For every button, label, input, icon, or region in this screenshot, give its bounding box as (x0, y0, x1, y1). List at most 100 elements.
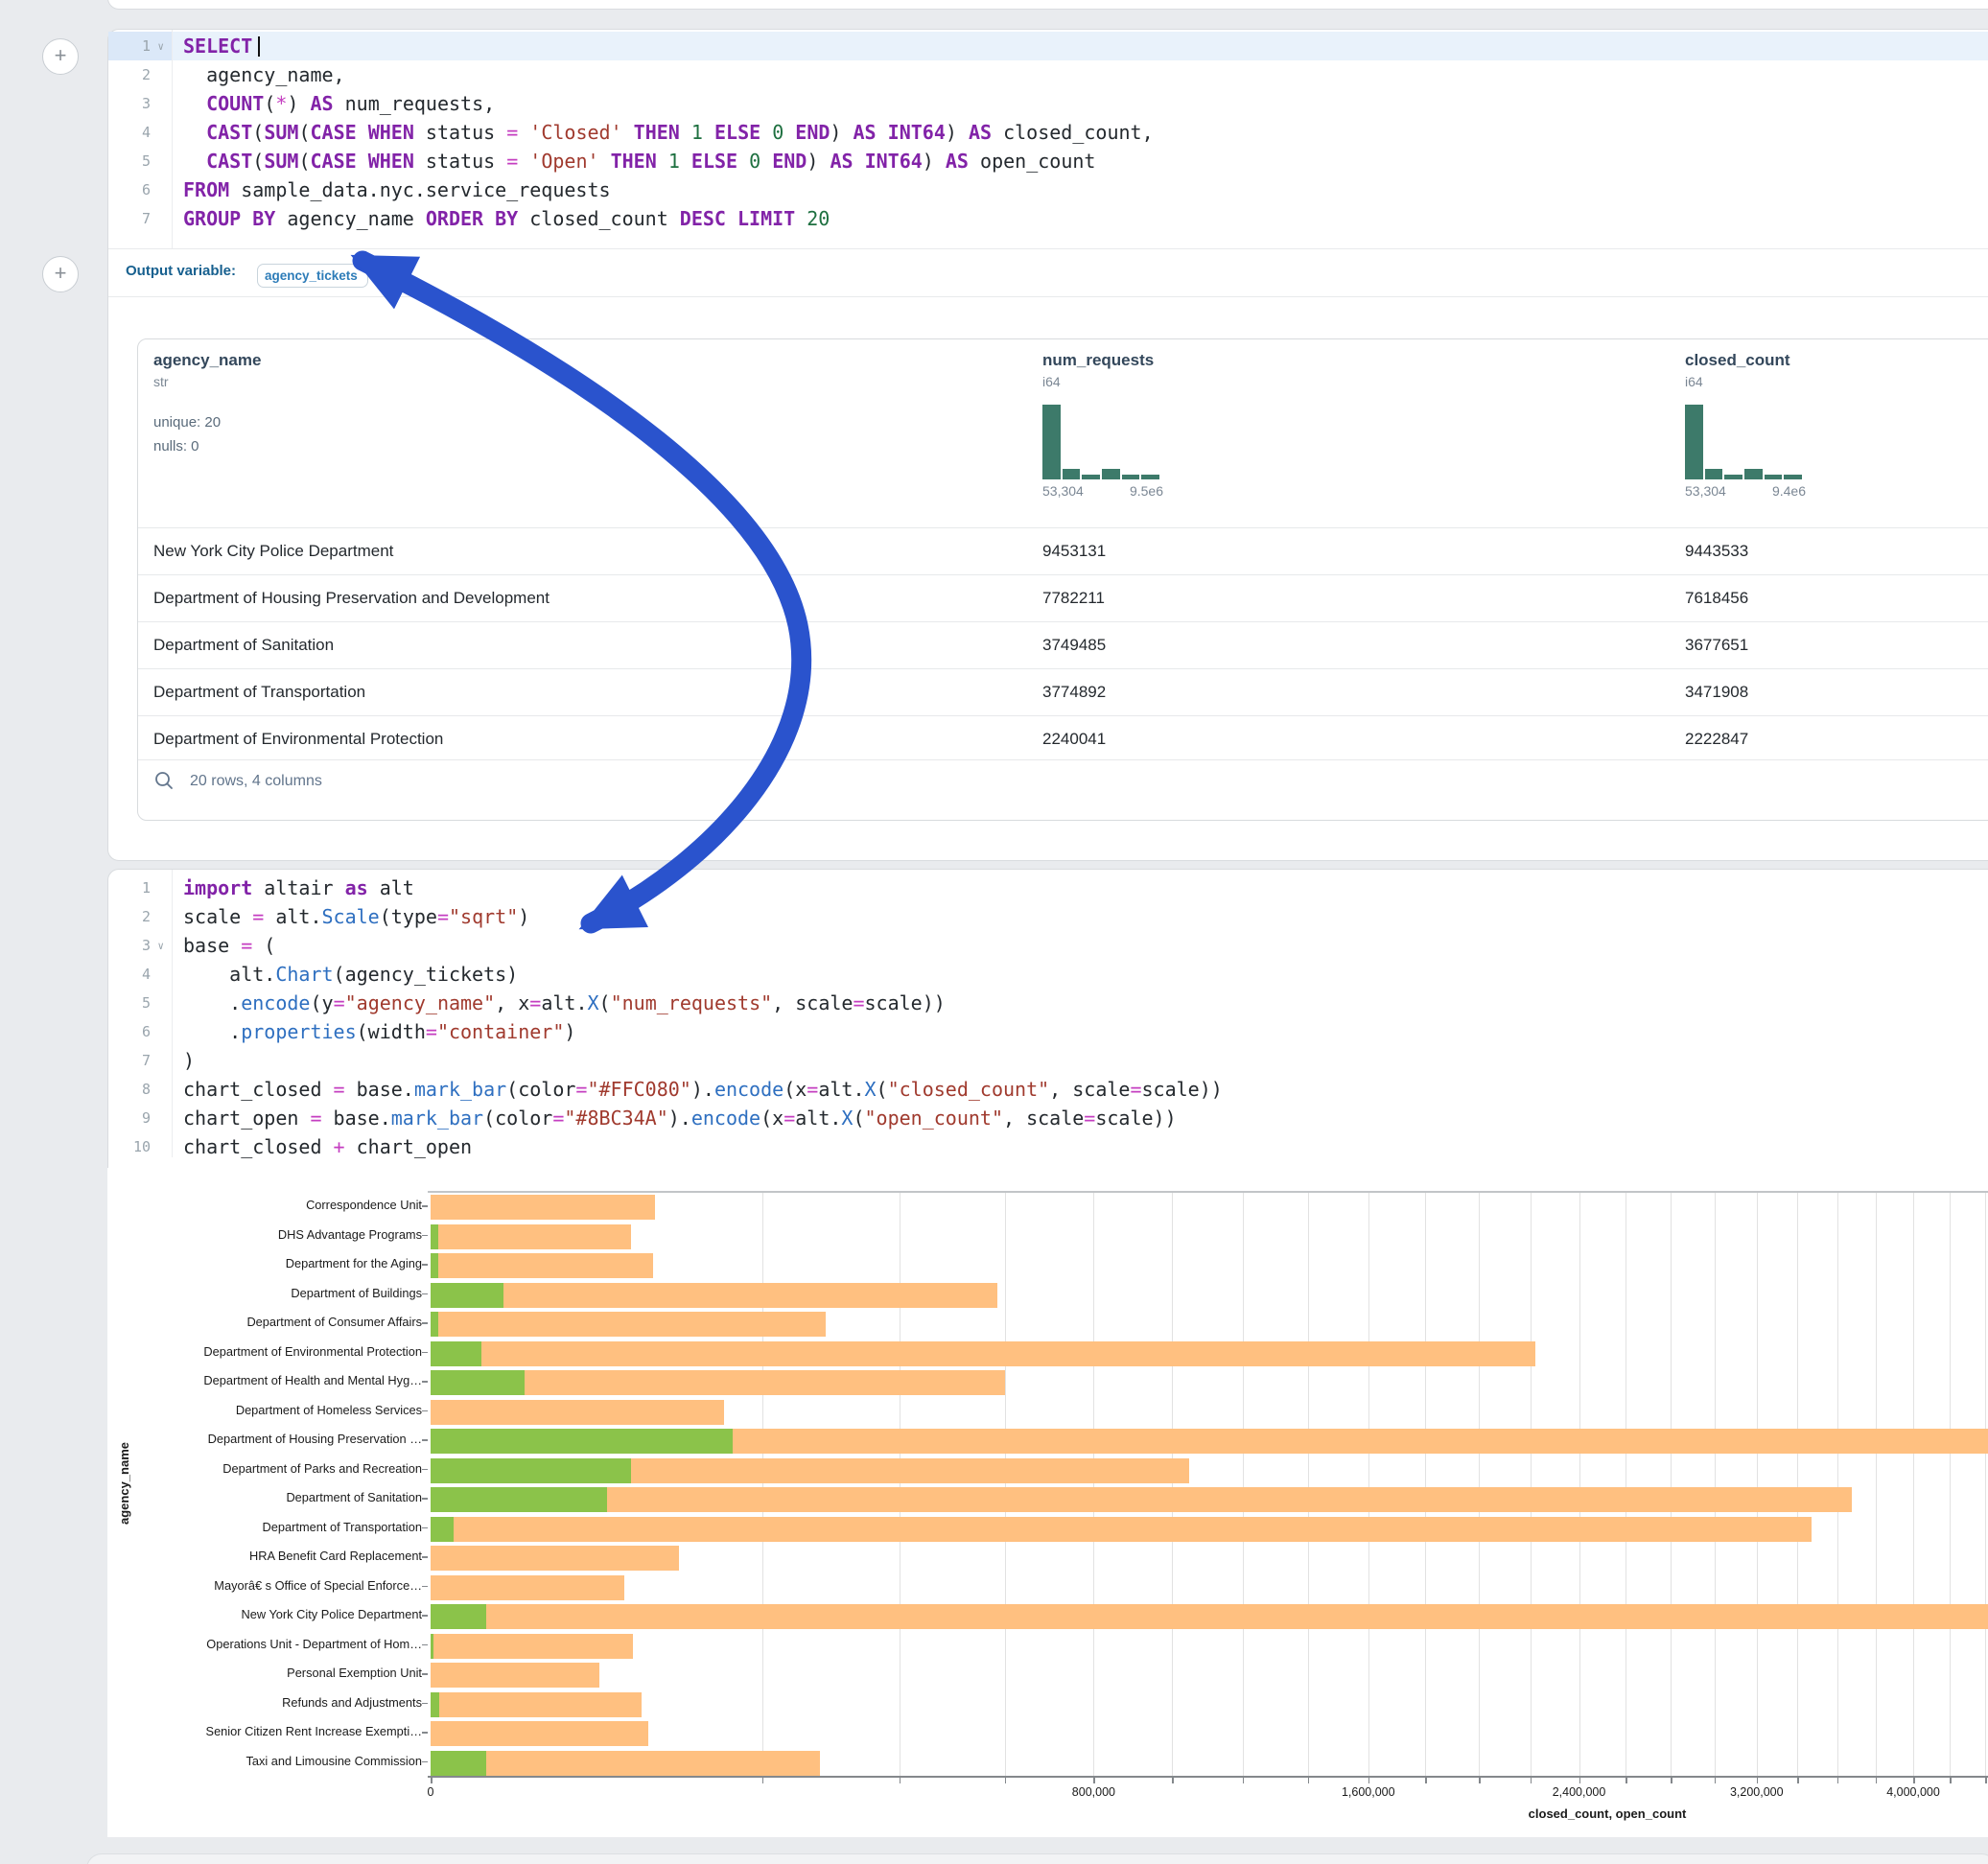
code-line[interactable]: 6 .properties(width="container") (108, 1017, 1988, 1046)
output-variable-chip[interactable]: agency_tickets (257, 264, 368, 288)
gridline (1479, 1193, 1480, 1778)
x-axis-tick-label: 0 (428, 1785, 434, 1799)
bar-closed-count (431, 1692, 642, 1717)
y-axis-label: Personal Exemption Unit (107, 1659, 422, 1689)
code-line[interactable]: 4 CAST(SUM(CASE WHEN status = 'Closed' T… (108, 118, 1988, 147)
collapse-chevron-icon[interactable]: ∨ (157, 932, 164, 961)
python-code-editor[interactable]: 1import altair as alt2scale = alt.Scale(… (108, 874, 1988, 1161)
code-line[interactable]: 3 COUNT(*) AS num_requests, (108, 89, 1988, 118)
line-number: 5 (108, 989, 172, 1017)
collapse-chevron-icon[interactable]: ∨ (157, 33, 164, 61)
bar-closed-count (431, 1195, 655, 1220)
code-line[interactable]: 1∨SELECT (108, 32, 1988, 60)
table-row[interactable]: Department of Sanitation37494853677651 (138, 621, 1988, 669)
y-axis-label: Senior Citizen Rent Increase Exempti… (107, 1717, 422, 1747)
bar-open-count (431, 1751, 486, 1776)
sql-code-editor[interactable]: 1∨SELECT2 agency_name,3 COUNT(*) AS num_… (108, 32, 1988, 233)
x-axis-tick (1243, 1778, 1245, 1783)
y-axis-label: New York City Police Department (107, 1600, 422, 1630)
line-number: 8 (108, 1075, 172, 1104)
x-axis-tick (900, 1778, 901, 1783)
x-axis-tick (1368, 1778, 1370, 1783)
bar-closed-count (431, 1546, 679, 1571)
gridline (1985, 1193, 1986, 1778)
gridline (1797, 1193, 1798, 1778)
code-text: chart_closed + chart_open (172, 1132, 472, 1161)
bar-open-count (431, 1312, 438, 1337)
table-cell: 9453131 (1042, 542, 1106, 561)
code-line[interactable]: 5 .encode(y="agency_name", x=alt.X("num_… (108, 989, 1988, 1017)
table-cell: 2222847 (1685, 730, 1748, 749)
bar-closed-count (431, 1283, 997, 1308)
x-axis-tick-label: 2,400,000 (1553, 1785, 1606, 1799)
table-row[interactable]: Department of Housing Preservation and D… (138, 574, 1988, 622)
table-cell: Department of Environmental Protection (153, 730, 443, 749)
y-axis-label: Mayorâ€ s Office of Special Enforce… (107, 1572, 422, 1601)
bar-closed-count (431, 1663, 599, 1688)
x-axis-tick (1913, 1778, 1915, 1783)
x-axis-tick (1093, 1778, 1095, 1783)
y-axis-label: HRA Benefit Card Replacement (107, 1542, 422, 1572)
code-line[interactable]: 1import altair as alt (108, 874, 1988, 902)
code-line[interactable]: 2 agency_name, (108, 60, 1988, 89)
table-cell: 7618456 (1685, 589, 1748, 608)
bar-open-count (431, 1429, 733, 1454)
search-icon[interactable] (153, 770, 175, 796)
code-line[interactable]: 8chart_closed = base.mark_bar(color="#FF… (108, 1075, 1988, 1104)
code-line[interactable]: 6FROM sample_data.nyc.service_requests (108, 175, 1988, 204)
column-header-closed_count[interactable]: closed_counti64 (1685, 351, 1790, 389)
y-axis-label: Operations Unit - Department of Hom… (107, 1630, 422, 1660)
x-axis-tick-label: 3,200,000 (1730, 1785, 1784, 1799)
y-axis-label: Correspondence Unit (107, 1191, 422, 1221)
add-cell-button[interactable]: + (42, 256, 79, 292)
code-line[interactable]: 9chart_open = base.mark_bar(color="#8BC3… (108, 1104, 1988, 1132)
bar-closed-count (431, 1721, 648, 1746)
table-cell: 3677651 (1685, 636, 1748, 655)
altair-chart: Correspondence UnitDHS Advantage Program… (107, 1168, 1988, 1837)
y-axis-label: Department of Sanitation (107, 1483, 422, 1513)
code-line[interactable]: 7GROUP BY agency_name ORDER BY closed_co… (108, 204, 1988, 233)
gutter-divider (172, 870, 173, 1157)
code-line[interactable]: 10chart_closed + chart_open (108, 1132, 1988, 1161)
bar-closed-count (431, 1517, 1812, 1542)
code-text: COUNT(*) AS num_requests, (172, 89, 495, 118)
code-line[interactable]: 7) (108, 1046, 1988, 1075)
line-number: 7 (108, 1046, 172, 1075)
code-line[interactable]: 3∨base = ( (108, 931, 1988, 960)
table-row[interactable]: New York City Police Department945313194… (138, 527, 1988, 575)
bar-open-count (431, 1224, 438, 1249)
table-footer: 20 rows, 4 columns (138, 759, 1988, 821)
line-number: 9 (108, 1104, 172, 1132)
x-axis-tick (1797, 1778, 1799, 1783)
code-line[interactable]: 4 alt.Chart(agency_tickets) (108, 960, 1988, 989)
gridline (1308, 1193, 1309, 1778)
x-axis-tick (1837, 1778, 1839, 1783)
code-line[interactable]: 2scale = alt.Scale(type="sqrt") (108, 902, 1988, 931)
line-number: 3 (108, 89, 172, 118)
y-axis-label: Taxi and Limousine Commission (107, 1747, 422, 1777)
x-axis-tick (1579, 1778, 1581, 1783)
column-header-num_requests[interactable]: num_requestsi64 (1042, 351, 1154, 389)
gridline (1579, 1193, 1580, 1778)
code-text: ) (172, 1046, 195, 1075)
table-row[interactable]: Department of Transportation377489234719… (138, 668, 1988, 716)
text-cursor (258, 36, 260, 57)
bar-closed-count (431, 1751, 820, 1776)
gridline (1172, 1193, 1173, 1778)
code-text: chart_closed = base.mark_bar(color="#FFC… (172, 1075, 1223, 1104)
gridline (1837, 1193, 1838, 1778)
gridline (1093, 1193, 1094, 1778)
gridline (1913, 1193, 1914, 1778)
x-axis-tick (762, 1778, 764, 1783)
column-header-agency_name[interactable]: agency_namestrunique: 20nulls: 0 (153, 351, 261, 458)
code-line[interactable]: 5 CAST(SUM(CASE WHEN status = 'Open' THE… (108, 147, 1988, 175)
add-cell-button[interactable]: + (42, 38, 79, 75)
bar-closed-count (431, 1487, 1852, 1512)
table-row[interactable]: Department of Environmental Protection 22… (138, 715, 1988, 763)
line-number: 3∨ (108, 931, 172, 960)
line-number: 6 (108, 1017, 172, 1046)
table-cell: Department of Housing Preservation and D… (153, 589, 550, 608)
x-axis-tick (1172, 1778, 1174, 1783)
x-axis-tick (1479, 1778, 1481, 1783)
x-axis-tick-label: 1,600,000 (1342, 1785, 1395, 1799)
